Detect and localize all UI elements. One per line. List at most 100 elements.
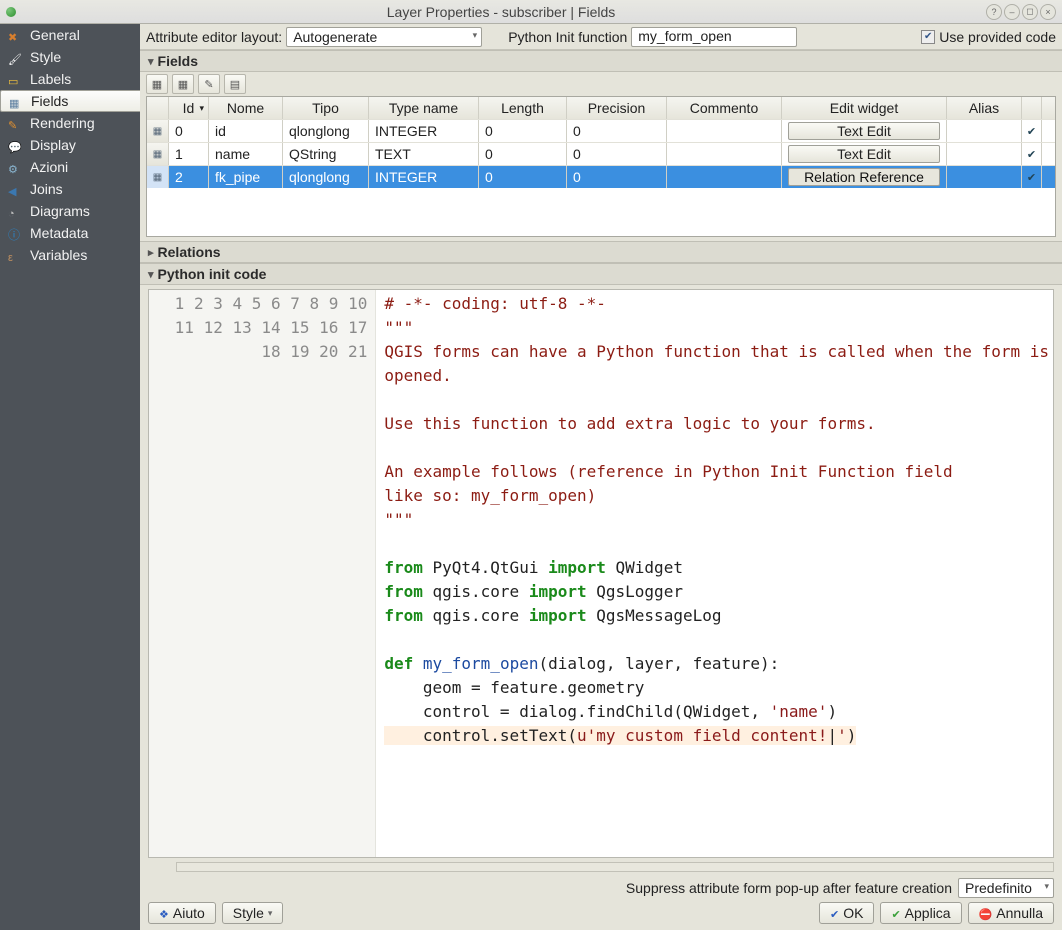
field-calculator-button[interactable]: ▤	[224, 74, 246, 94]
col-commento[interactable]: Commento	[667, 97, 782, 119]
py-init-input[interactable]: my_form_open	[631, 27, 797, 47]
cell-nome: name	[209, 143, 283, 165]
ic-rendering-icon	[8, 116, 24, 130]
sidebar-item-label: Display	[30, 137, 76, 153]
style-menu-button[interactable]: Style ▾	[222, 902, 284, 924]
sidebar-item-rendering[interactable]: Rendering	[0, 112, 140, 134]
cell-edit: Text Edit	[782, 120, 947, 142]
col-precision[interactable]: Precision	[567, 97, 667, 119]
sidebar-item-label: Rendering	[30, 115, 95, 131]
cancel-icon	[979, 905, 993, 921]
attr-editor-select[interactable]: Autogenerate	[286, 27, 482, 47]
cell-id: 1	[169, 143, 209, 165]
cell-alias	[947, 166, 1022, 188]
config-row: Attribute editor layout: Autogenerate Py…	[140, 24, 1062, 50]
fields-table-header: Id▾ Nome Tipo Type name Length Precision…	[147, 97, 1055, 119]
maximize-window-button[interactable]: ◻	[1022, 4, 1038, 20]
sidebar-item-labels[interactable]: Labels	[0, 68, 140, 90]
cell-typename: INTEGER	[369, 166, 479, 188]
ic-labels-icon	[8, 72, 24, 86]
row-icon: ▦	[147, 143, 169, 165]
cell-check[interactable]: ✔	[1022, 143, 1042, 165]
delete-field-button[interactable]: ▦	[172, 74, 194, 94]
cell-edit: Relation Reference	[782, 166, 947, 188]
ic-style-icon	[8, 50, 24, 64]
chevron-right-icon: ▸	[148, 246, 154, 259]
col-nome[interactable]: Nome	[209, 97, 283, 119]
col-edit[interactable]: Edit widget	[782, 97, 947, 119]
sidebar-item-display[interactable]: Display	[0, 134, 140, 156]
ic-azioni-icon	[8, 160, 24, 174]
apply-icon	[891, 905, 900, 921]
code-section: 1 2 3 4 5 6 7 8 9 10 11 12 13 14 15 16 1…	[140, 285, 1062, 876]
ic-metadata-icon	[8, 226, 24, 240]
close-window-button[interactable]: ×	[1040, 4, 1056, 20]
fields-section-header[interactable]: ▾ Fields	[140, 50, 1062, 72]
sidebar-item-variables[interactable]: Variables	[0, 244, 140, 266]
table-row[interactable]: ▦0idqlonglongINTEGER00Text Edit✔	[147, 119, 1055, 142]
edit-widget-button[interactable]: Text Edit	[788, 145, 940, 163]
sidebar-item-label: Diagrams	[30, 203, 90, 219]
row-icon: ▦	[147, 120, 169, 142]
cancel-button[interactable]: Annulla	[968, 902, 1054, 924]
cell-alias	[947, 120, 1022, 142]
cell-precision: 0	[567, 166, 667, 188]
relations-section-header[interactable]: ▸ Relations	[140, 241, 1062, 263]
sidebar-item-label: General	[30, 27, 80, 43]
sidebar-item-style[interactable]: Style	[0, 46, 140, 68]
col-typename[interactable]: Type name	[369, 97, 479, 119]
row-icon: ▦	[147, 166, 169, 188]
cell-check[interactable]: ✔	[1022, 120, 1042, 142]
col-alias[interactable]: Alias	[947, 97, 1022, 119]
footer: Aiuto Style ▾ OK Applica Annulla	[140, 898, 1062, 930]
edit-widget-button[interactable]: Text Edit	[788, 122, 940, 140]
ic-general-icon	[8, 28, 24, 42]
sidebar-item-label: Metadata	[30, 225, 88, 241]
code-editor[interactable]: 1 2 3 4 5 6 7 8 9 10 11 12 13 14 15 16 1…	[148, 289, 1054, 858]
sidebar-item-label: Labels	[30, 71, 71, 87]
apply-button[interactable]: Applica	[880, 902, 961, 924]
help-button[interactable]: Aiuto	[148, 902, 216, 924]
cell-tipo: qlonglong	[283, 120, 369, 142]
ic-joins-icon	[8, 182, 24, 196]
table-row[interactable]: ▦2fk_pipeqlonglongINTEGER00Relation Refe…	[147, 165, 1055, 188]
col-length[interactable]: Length	[479, 97, 567, 119]
sidebar-item-azioni[interactable]: Azioni	[0, 156, 140, 178]
chevron-down-icon: ▾	[148, 268, 154, 281]
code-body[interactable]: # -*- coding: utf-8 -*- """ QGIS forms c…	[376, 290, 1053, 857]
suppress-select[interactable]: Predefinito	[958, 878, 1054, 898]
sidebar-item-general[interactable]: General	[0, 24, 140, 46]
sidebar-item-metadata[interactable]: Metadata	[0, 222, 140, 244]
sidebar-item-fields[interactable]: Fields	[0, 90, 140, 112]
col-tipo[interactable]: Tipo	[283, 97, 369, 119]
chevron-down-icon: ▾	[148, 55, 154, 68]
fields-section: ▦ ▦ ✎ ▤ Id▾ Nome Tipo Type name Length P…	[140, 72, 1062, 241]
code-gutter: 1 2 3 4 5 6 7 8 9 10 11 12 13 14 15 16 1…	[149, 290, 376, 857]
fields-table: Id▾ Nome Tipo Type name Length Precision…	[146, 96, 1056, 237]
sidebar-item-diagrams[interactable]: Diagrams	[0, 200, 140, 222]
ic-diagrams-icon	[8, 204, 24, 218]
cell-check[interactable]: ✔	[1022, 166, 1042, 188]
help-window-button[interactable]: ?	[986, 4, 1002, 20]
minimize-window-button[interactable]: –	[1004, 4, 1020, 20]
cell-id: 2	[169, 166, 209, 188]
ic-display-icon	[8, 138, 24, 152]
col-id[interactable]: Id▾	[169, 97, 209, 119]
edit-widget-button[interactable]: Relation Reference	[788, 168, 940, 186]
cell-tipo: QString	[283, 143, 369, 165]
python-init-section-header[interactable]: ▾ Python init code	[140, 263, 1062, 285]
col-check	[1022, 97, 1042, 119]
app-icon	[6, 7, 16, 17]
use-provided-checkbox[interactable]: ✔	[921, 30, 935, 44]
fields-table-scroll[interactable]	[147, 188, 1055, 236]
new-field-button[interactable]: ▦	[146, 74, 168, 94]
sidebar-item-joins[interactable]: Joins	[0, 178, 140, 200]
code-h-scrollbar[interactable]	[176, 862, 1054, 872]
edit-field-button[interactable]: ✎	[198, 74, 220, 94]
cell-length: 0	[479, 166, 567, 188]
py-init-label: Python Init function	[508, 29, 627, 45]
suppress-label: Suppress attribute form pop-up after fea…	[626, 880, 952, 896]
table-row[interactable]: ▦1nameQStringTEXT00Text Edit✔	[147, 142, 1055, 165]
ok-button[interactable]: OK	[819, 902, 874, 924]
ic-fields-icon	[9, 94, 25, 108]
